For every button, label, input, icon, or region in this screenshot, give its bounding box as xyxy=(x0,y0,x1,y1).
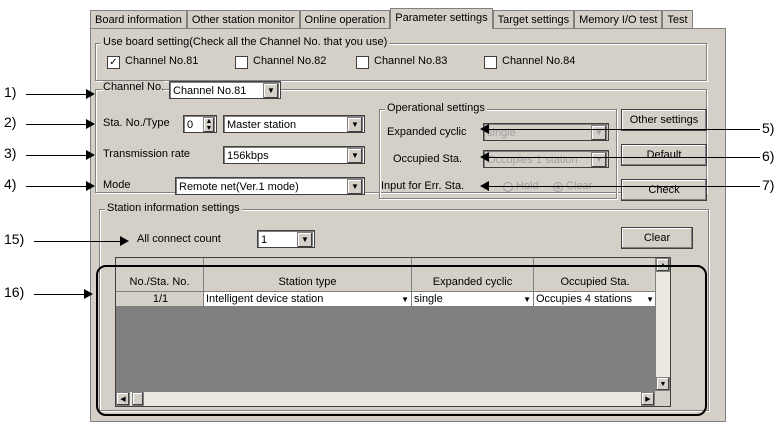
mode-label: Mode xyxy=(103,179,131,191)
check-button[interactable]: Check xyxy=(621,179,707,201)
dropdown-arrow-icon[interactable]: ▼ xyxy=(347,117,363,132)
channel-81-checkbox[interactable]: ✓ xyxy=(107,56,120,69)
transmission-rate-select[interactable]: 156kbps ▼ xyxy=(223,146,365,164)
channel-82-checkbox[interactable] xyxy=(235,56,248,69)
transmission-rate-value: 156kbps xyxy=(227,150,269,162)
channel-83-label: Channel No.83 xyxy=(374,55,448,67)
callout-15: 15) xyxy=(4,231,25,247)
tab-memory-io-test[interactable]: Memory I/O test xyxy=(574,10,663,29)
tab-bar: Board information Other station monitor … xyxy=(90,8,693,29)
callout-6-line xyxy=(488,157,760,158)
callout-1: 1) xyxy=(4,84,17,100)
tab-online-operation[interactable]: Online operation xyxy=(299,10,391,29)
expanded-cyclic-select[interactable]: single ▼ xyxy=(483,123,609,141)
callout-7: 7) xyxy=(762,177,775,193)
tab-target-settings[interactable]: Target settings xyxy=(492,10,575,29)
use-board-title: Use board setting(Check all the Channel … xyxy=(101,36,390,48)
clear-button[interactable]: Clear xyxy=(621,227,693,249)
arrow-right-icon xyxy=(86,150,95,160)
arrow-right-icon xyxy=(120,236,129,246)
arrow-right-icon xyxy=(86,89,95,99)
channel-83-checkbox[interactable] xyxy=(356,56,369,69)
channel-84-checkbox[interactable] xyxy=(484,56,497,69)
callout-5: 5) xyxy=(762,120,775,136)
connect-count-label: All connect count xyxy=(137,233,221,245)
occupied-station-label: Occupied Sta. xyxy=(393,153,463,165)
channel-82-label: Channel No.82 xyxy=(253,55,327,67)
operational-settings-title: Operational settings xyxy=(385,102,487,114)
channel-select-value: Channel No.81 xyxy=(173,85,247,97)
station-info-title: Station information settings xyxy=(105,202,242,214)
channel-label: Channel No. xyxy=(103,81,165,93)
arrow-right-icon xyxy=(86,119,95,129)
transmission-rate-label: Transmission rate xyxy=(103,148,191,160)
tab-parameter-settings[interactable]: Parameter settings xyxy=(390,8,493,29)
callout-16-line xyxy=(34,294,84,295)
highlight-frame xyxy=(96,265,707,416)
clear-radio[interactable] xyxy=(553,182,563,192)
callout-7-line xyxy=(488,186,760,187)
channel-84-label: Channel No.84 xyxy=(502,55,576,67)
callout-4-line xyxy=(26,186,88,187)
tab-board-information[interactable]: Board information xyxy=(90,10,187,29)
channel-81-label: Channel No.81 xyxy=(125,55,199,67)
callout-1-line xyxy=(26,94,88,95)
station-type-select[interactable]: Master station ▼ xyxy=(223,115,365,133)
dropdown-arrow-icon[interactable]: ▼ xyxy=(263,83,279,98)
mode-select[interactable]: Remote net(Ver.1 mode) ▼ xyxy=(175,177,365,195)
callout-6: 6) xyxy=(762,148,775,164)
callout-16: 16) xyxy=(4,284,25,300)
callout-4: 4) xyxy=(4,176,17,192)
dropdown-arrow-icon[interactable]: ▼ xyxy=(591,125,607,140)
arrow-right-icon xyxy=(84,289,93,299)
connect-count-value: 1 xyxy=(261,234,268,246)
mode-value: Remote net(Ver.1 mode) xyxy=(179,181,299,193)
callout-2: 2) xyxy=(4,114,17,130)
callout-3: 3) xyxy=(4,145,17,161)
callout-2-line xyxy=(26,124,88,125)
other-settings-button[interactable]: Other settings xyxy=(621,109,707,131)
station-number-spin[interactable]: 0 ▲ ▼ xyxy=(183,115,217,133)
input-err-station-label: Input for Err. Sta. xyxy=(381,180,465,192)
dropdown-arrow-icon[interactable]: ▼ xyxy=(591,152,607,167)
default-button[interactable]: Default xyxy=(621,144,707,166)
spin-icon[interactable]: ▲ ▼ xyxy=(203,117,215,132)
channel-select[interactable]: Channel No.81 ▼ xyxy=(169,81,281,99)
hold-radio[interactable] xyxy=(503,182,513,192)
arrow-right-icon xyxy=(86,181,95,191)
occupied-station-value: Occupies 1 station xyxy=(487,154,578,166)
station-type-value: Master station xyxy=(227,119,297,131)
expanded-cyclic-label: Expanded cyclic xyxy=(387,126,467,138)
callout-5-line xyxy=(488,129,760,130)
dropdown-arrow-icon[interactable]: ▼ xyxy=(347,179,363,194)
tab-other-station-monitor[interactable]: Other station monitor xyxy=(186,10,300,29)
connect-count-select[interactable]: 1 ▼ xyxy=(257,230,315,248)
dropdown-arrow-icon[interactable]: ▼ xyxy=(297,232,313,247)
callout-15-line xyxy=(34,241,120,242)
dropdown-arrow-icon[interactable]: ▼ xyxy=(347,148,363,163)
station-number-value: 0 xyxy=(187,119,194,131)
station-number-label: Sta. No./Type xyxy=(103,117,170,129)
tab-test[interactable]: Test xyxy=(662,10,693,29)
callout-3-line xyxy=(26,155,88,156)
occupied-station-select[interactable]: Occupies 1 station ▼ xyxy=(483,150,609,168)
